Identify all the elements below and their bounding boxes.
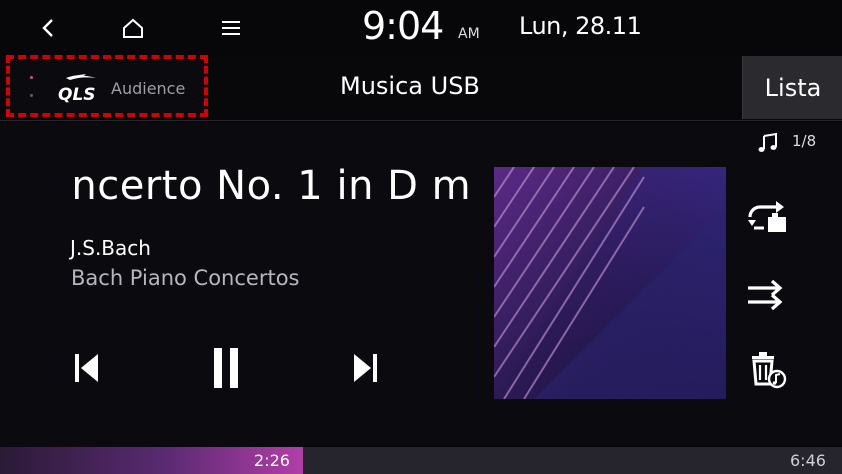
header-divider: [0, 120, 842, 121]
qls-logo: QLS: [52, 69, 112, 105]
back-chevron-icon: [42, 19, 53, 37]
pause-icon: [214, 348, 238, 388]
repeat-icon: [748, 201, 786, 232]
menu-button[interactable]: [211, 8, 251, 48]
album-art: [494, 167, 726, 399]
next-track-button[interactable]: [346, 348, 386, 388]
track-album: Bach Piano Concertos: [71, 266, 300, 290]
track-title-container: Concerto No. 1 in D m: [70, 163, 476, 219]
back-button[interactable]: [29, 8, 69, 48]
shuffle-icon: [748, 279, 783, 311]
repeat-button[interactable]: [744, 200, 790, 236]
audio-mode-label: Audience: [111, 79, 186, 98]
elapsed-time: 2:26: [254, 451, 290, 470]
date-label: Lun, 28.11: [519, 12, 642, 40]
clock-time: 9:04: [362, 4, 444, 48]
progress-bar[interactable]: [0, 447, 842, 474]
home-button[interactable]: [113, 8, 153, 48]
indicator-dot: [30, 94, 33, 97]
pause-button[interactable]: [204, 344, 248, 392]
home-icon: [123, 18, 143, 38]
previous-track-button[interactable]: [66, 348, 106, 388]
skip-next-icon: [354, 354, 377, 382]
track-count: 1/8: [792, 132, 817, 150]
clock-ampm: AM: [458, 26, 480, 42]
track-artist: J.S.Bach: [70, 236, 151, 260]
skip-previous-icon: [75, 354, 98, 382]
total-duration: 6:46: [790, 451, 826, 470]
svg-text:QLS: QLS: [58, 85, 96, 105]
delete-button[interactable]: [748, 350, 788, 390]
indicator-dot-active: [30, 76, 33, 79]
source-title: Musica USB: [340, 72, 480, 100]
track-title: Concerto No. 1 in D m: [70, 163, 472, 209]
audio-mode-button[interactable]: QLS Audience: [6, 55, 208, 117]
shuffle-button[interactable]: [744, 276, 786, 312]
music-note-icon: [758, 132, 777, 152]
list-button[interactable]: Lista: [742, 56, 842, 119]
menu-icon: [222, 21, 240, 35]
list-button-label: Lista: [764, 73, 822, 102]
delete-icon: [752, 352, 787, 389]
